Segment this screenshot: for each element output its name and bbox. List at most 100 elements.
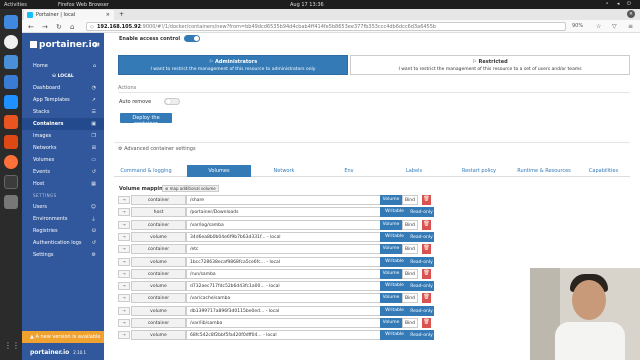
forward-icon[interactable]: → [42, 23, 48, 31]
terminal-icon[interactable] [4, 175, 18, 189]
bind-button[interactable]: Bind [402, 219, 418, 230]
system-tray-icon[interactable]: ⚬ ◂ ⏻ [605, 1, 634, 7]
drive-icon[interactable] [4, 195, 18, 209]
path-input[interactable]: /etc [186, 244, 395, 255]
sidebar-item-images[interactable]: Images ❐ [22, 130, 104, 142]
sidebar-item-dashboard[interactable]: Dashboard ◔ [22, 82, 104, 94]
tab-labels[interactable]: Labels [382, 165, 446, 177]
bind-button[interactable]: Bind [402, 195, 418, 205]
browser-tab[interactable]: Portainer | local × [24, 10, 114, 20]
path-input[interactable]: /var/log/samba [186, 219, 395, 230]
trash-icon[interactable]: 🗑 [422, 244, 431, 255]
tab-volumes[interactable]: Volumes [187, 165, 251, 177]
home-icon[interactable]: ⌂ [70, 23, 74, 31]
writable-button[interactable]: Writable [380, 305, 409, 316]
path-input[interactable]: /var/lib/samba [186, 318, 395, 328]
writable-button[interactable]: Writable [380, 256, 409, 267]
sidebar-item-auth-logs[interactable]: Authentication logs ↺ [22, 237, 104, 249]
firefox-icon[interactable] [4, 155, 18, 169]
reload-icon[interactable]: ↻ [56, 23, 62, 31]
url-bar[interactable]: ◇ 192.168.105.92:9000/#!/1/docker/contai… [86, 22, 566, 31]
trash-icon[interactable]: 🗑 [422, 195, 431, 205]
access-control-toggle[interactable] [184, 35, 200, 42]
software-icon[interactable] [4, 115, 18, 129]
help-icon[interactable] [4, 135, 18, 149]
chrome-icon[interactable] [4, 15, 18, 29]
sidebar-item-app-templates[interactable]: App Templates ➚ [22, 94, 104, 106]
libreoffice-icon[interactable] [4, 75, 18, 89]
tab-network[interactable]: Network [252, 165, 316, 177]
files-icon[interactable] [4, 55, 18, 69]
close-window-icon[interactable]: × [627, 10, 635, 18]
menu-icon[interactable]: ≡ [628, 23, 633, 30]
map-volume-button[interactable]: ⊕ map additional volume [162, 185, 219, 192]
text-editor-icon[interactable] [4, 95, 18, 109]
portainer-logo[interactable]: portainer.io ⇄ [30, 40, 100, 50]
path-input[interactable]: /var/cache/samba [186, 293, 395, 304]
zoom-level[interactable]: 90% [572, 23, 583, 29]
volume-select[interactable]: 1bcc728638ecaf9868fca5ce6fc... - local⌄ [186, 256, 395, 267]
writable-button[interactable]: Writable [380, 330, 409, 341]
volume-button[interactable]: Volume [380, 293, 402, 304]
volume-button[interactable]: Volume [380, 318, 402, 328]
sidebar-item-stacks[interactable]: Stacks ☰ [22, 106, 104, 118]
volume-select[interactable]: d732aec717fdc52b6d43fc1a00... - local⌄ [186, 281, 395, 292]
volume-select[interactable]: 68fc542c8f2bbf5fa420f0dff04... - local⌄ [186, 330, 395, 341]
sidebar-item-containers[interactable]: Containers ▣ [22, 118, 104, 130]
volume-button[interactable]: Volume [380, 244, 402, 255]
tab-env[interactable]: Env [317, 165, 381, 177]
sidebar-item-home[interactable]: Home ⌂ [22, 60, 104, 72]
show-apps-icon[interactable]: ⋮⋮ [4, 341, 20, 355]
rhythmbox-icon[interactable] [4, 35, 18, 49]
volume-select[interactable]: db1399717a896f3d0115be0ed... - local⌄ [186, 305, 395, 316]
close-tab-icon[interactable]: × [106, 12, 110, 18]
bind-button[interactable]: Bind [402, 293, 418, 304]
tab-runtime-resources[interactable]: Runtime & Resources [512, 165, 576, 177]
bind-button[interactable]: Bind [402, 268, 418, 279]
active-app-label[interactable]: Firefox Web Browser [58, 2, 109, 8]
tab-command-logging[interactable]: Command & logging [114, 165, 178, 177]
sidebar-item-events[interactable]: Events ↺ [22, 166, 104, 178]
trash-icon[interactable]: 🗑 [422, 219, 431, 230]
clock[interactable]: Aug 17 13:36 [290, 2, 324, 8]
path-input[interactable]: /share [186, 195, 395, 205]
not-secure-icon[interactable]: ◇ [90, 24, 94, 30]
trash-icon[interactable]: 🗑 [422, 293, 431, 304]
activities-button[interactable]: Activities [4, 2, 27, 8]
writable-button[interactable]: Writable [380, 281, 409, 292]
tab-capabilities[interactable]: Capabilities [577, 165, 630, 177]
restricted-option[interactable]: ⚐ Restricted I want to restrict the mana… [350, 55, 630, 75]
readonly-button[interactable]: Read-only [409, 281, 434, 292]
volume-button[interactable]: Volume [380, 268, 402, 279]
bookmark-icon[interactable]: ☆ [596, 23, 601, 30]
bind-button[interactable]: Bind [402, 318, 418, 328]
readonly-button[interactable]: Read-only [409, 256, 434, 267]
back-icon[interactable]: ← [28, 23, 34, 31]
new-tab-icon[interactable]: + [119, 11, 124, 18]
deploy-button[interactable]: Deploy the container [120, 113, 172, 127]
sidebar-item-settings[interactable]: Settings ⚙ [22, 249, 104, 261]
sidebar-item-volumes[interactable]: Volumes ▭ [22, 154, 104, 166]
sidebar-item-users[interactable]: Users ☺ [22, 201, 104, 213]
readonly-button[interactable]: Read-only [409, 231, 434, 242]
readonly-button[interactable]: Read-only [409, 305, 434, 316]
sidebar-item-environments[interactable]: Environments ⏚ [22, 213, 104, 225]
administrators-option[interactable]: ⚐ Administrators I want to restrict the … [118, 55, 348, 75]
tab-restart-policy[interactable]: Restart policy [447, 165, 511, 177]
writable-button[interactable]: Writable [380, 231, 409, 242]
readonly-button[interactable]: Read-only [409, 330, 434, 341]
auto-remove-toggle[interactable] [164, 98, 180, 105]
volume-button[interactable]: Volume [380, 219, 402, 230]
pocket-icon[interactable]: ▽ [612, 23, 617, 30]
trash-icon[interactable]: 🗑 [422, 268, 431, 279]
sidebar-item-host[interactable]: Host ▦ [22, 178, 104, 190]
toggle-sidebar-icon[interactable]: ⇄ [94, 41, 100, 49]
volume-select[interactable]: /portainer/Downloads [186, 207, 395, 218]
volume-select[interactable]: 34d6ea8b0b04e6f9b7b63d331f... - local⌄ [186, 231, 395, 242]
path-input[interactable]: /run/samba [186, 268, 395, 279]
writable-button[interactable]: Writable [380, 207, 409, 218]
bind-button[interactable]: Bind [402, 244, 418, 255]
update-banner[interactable]: ▲ A new version is available [22, 331, 104, 343]
trash-icon[interactable]: 🗑 [422, 318, 431, 328]
volume-button[interactable]: Volume [380, 195, 402, 205]
